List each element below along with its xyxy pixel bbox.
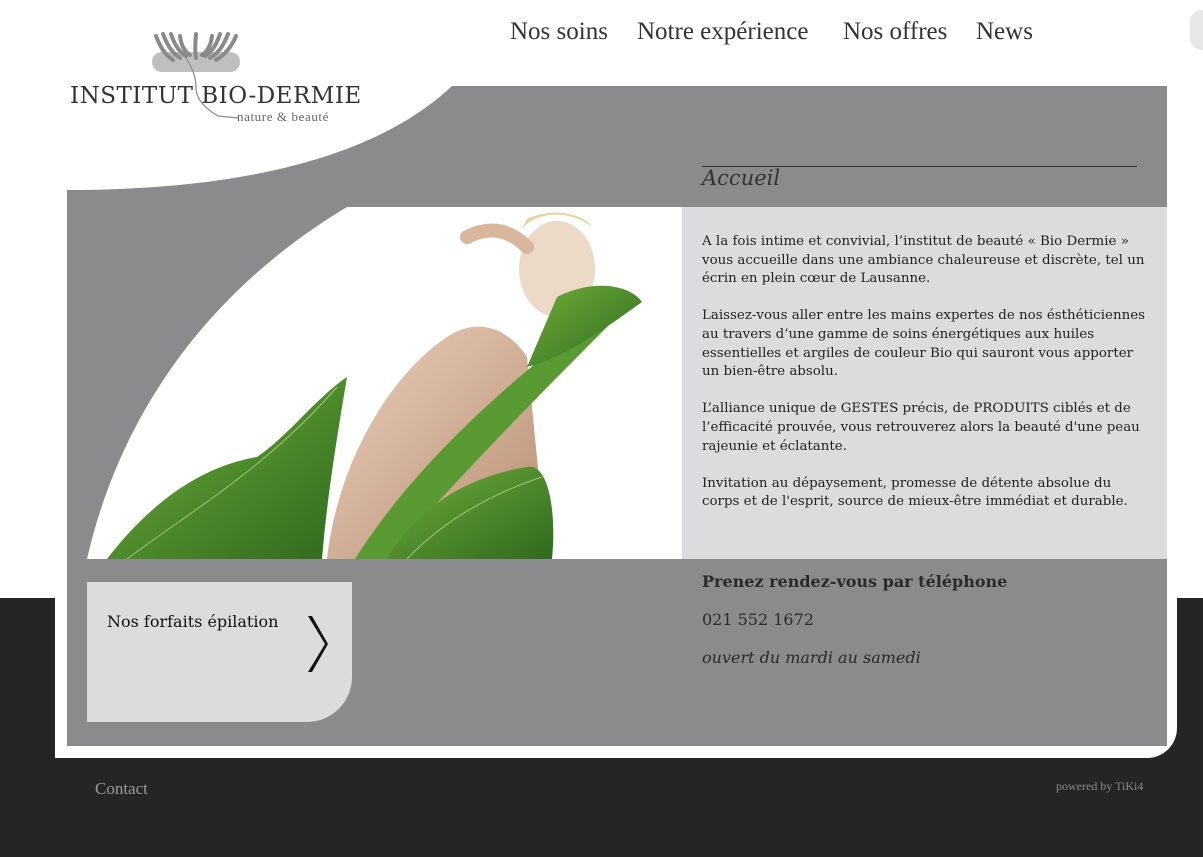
promo-label: Nos forfaits épilation: [107, 612, 279, 631]
content-text: A la fois intime et convivial, l’institu…: [702, 233, 1147, 531]
nav-item-nos-soins[interactable]: Nos soins: [510, 18, 608, 46]
logo-subtitle: nature & beauté: [237, 109, 330, 124]
chevron-right-icon: [308, 616, 328, 672]
hero-image: [87, 207, 682, 559]
content-paragraph: Laissez-vous aller entre les mains exper…: [702, 308, 1145, 380]
nav-item-notre-experience[interactable]: Notre expérience: [637, 18, 808, 46]
scroll-edge-tab: [1190, 10, 1203, 50]
content-paragraph: L’alliance unique de GESTES précis, de P…: [702, 401, 1140, 454]
appointment-title: Prenez rendez-vous par téléphone: [702, 572, 1008, 591]
page-title: Accueil: [702, 166, 781, 190]
appointment-phone: 021 552 1672: [702, 610, 814, 629]
footer-contact-link[interactable]: Contact: [95, 779, 148, 799]
footer-powered-by[interactable]: powered by TiKi4: [1056, 779, 1143, 794]
nav-item-nos-offres[interactable]: Nos offres: [843, 18, 947, 46]
nav-item-news[interactable]: News: [976, 18, 1033, 46]
appointment-hours: ouvert du mardi au samedi: [702, 648, 921, 667]
promo-forfaits-epilation[interactable]: Nos forfaits épilation: [87, 582, 352, 722]
logo-title: INSTITUT BIO-DERMIE: [70, 83, 362, 109]
content-paragraph: Invitation au dépaysement, promesse de d…: [702, 475, 1128, 510]
logo-icon: [152, 32, 240, 119]
content-paragraph: A la fois intime et convivial, l’institu…: [702, 234, 1145, 287]
